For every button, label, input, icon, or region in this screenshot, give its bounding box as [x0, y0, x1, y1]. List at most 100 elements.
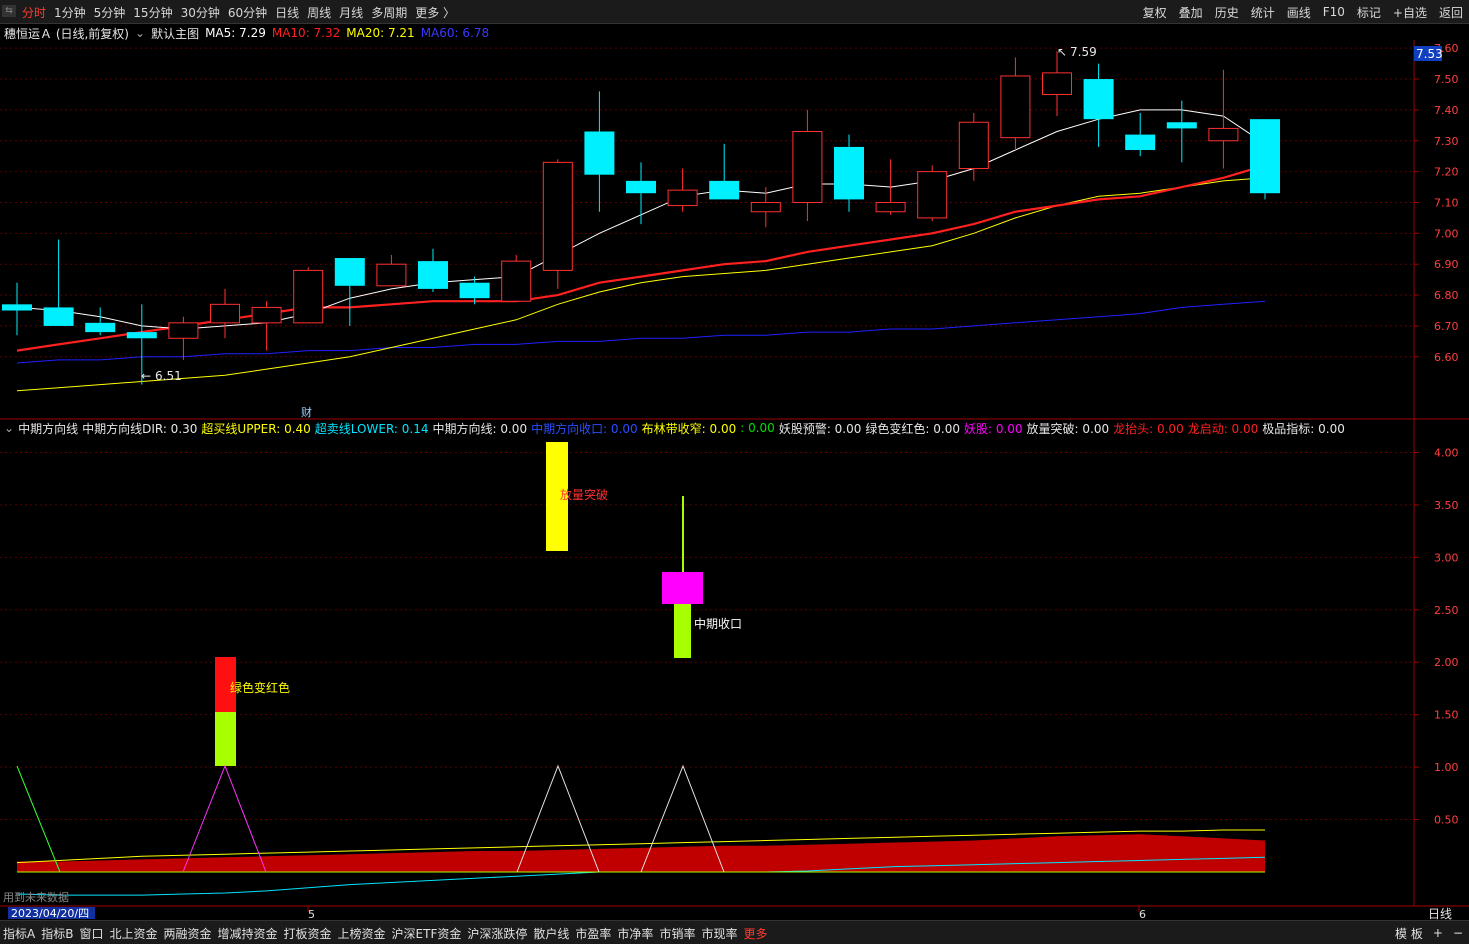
- tab-daily[interactable]: 日线: [275, 4, 299, 21]
- low-price-label: 6.51: [155, 369, 182, 383]
- period-label[interactable]: 日线: [1428, 907, 1452, 920]
- price-tick-label: 7.30: [1434, 135, 1459, 148]
- tab-5min[interactable]: 5分钟: [94, 4, 126, 21]
- high-price-label: 7.59: [1070, 45, 1097, 59]
- triangle-signal-magenta: [182, 764, 267, 873]
- indicator-tick-label: 0.50: [1434, 814, 1459, 827]
- indicator-tick-label: 1.50: [1434, 709, 1459, 722]
- candle-body: [709, 180, 740, 200]
- candle-body: [126, 332, 157, 339]
- add-watchlist-button[interactable]: +自选: [1393, 4, 1427, 21]
- candle-body: [251, 306, 282, 324]
- template-name[interactable]: 默认主图: [151, 25, 199, 42]
- candle-body: [501, 260, 532, 302]
- tab-indicator-a[interactable]: 指标A: [3, 925, 35, 942]
- current-price-text: 7.53: [1416, 47, 1443, 61]
- tab-billboard-funds[interactable]: 上榜资金: [338, 925, 386, 942]
- tab-indicator-b[interactable]: 指标B: [41, 925, 73, 942]
- tab-etf-funds[interactable]: 沪深ETF资金: [392, 925, 462, 942]
- price-tick-label: 6.70: [1434, 320, 1459, 333]
- tab-ps[interactable]: 市销率: [659, 925, 695, 942]
- candle-body: [168, 322, 199, 339]
- tab-margin[interactable]: 两融资金: [163, 925, 211, 942]
- zoom-out-button[interactable]: −: [1453, 926, 1463, 940]
- candle-body: [834, 146, 864, 200]
- stock-name[interactable]: 穗恒运Ａ (日线,前复权): [4, 25, 129, 42]
- zoom-in-button[interactable]: +: [1433, 926, 1443, 940]
- restore-rights-button[interactable]: 复权: [1143, 4, 1167, 21]
- tab-weekly[interactable]: 周线: [307, 4, 331, 21]
- finance-marker[interactable]: 财: [301, 405, 312, 419]
- mark-button[interactable]: 标记: [1357, 4, 1381, 21]
- tab-more[interactable]: 更多 〉: [415, 4, 455, 21]
- triangle-signal-green: [16, 765, 61, 873]
- template-button[interactable]: 模 板: [1395, 925, 1423, 942]
- indicator-tick-label: 3.50: [1434, 499, 1459, 512]
- price-tick-label: 7.50: [1434, 73, 1459, 86]
- tab-pcf[interactable]: 市现率: [701, 925, 737, 942]
- history-button[interactable]: 历史: [1215, 4, 1239, 21]
- tab-holding-change[interactable]: 增减持资金: [218, 925, 278, 942]
- indicator-tick-label: 2.50: [1434, 604, 1459, 617]
- green-red-label: 绿色变红色: [230, 680, 290, 695]
- tab-pe[interactable]: 市盈率: [575, 925, 611, 942]
- tab-15min[interactable]: 15分钟: [133, 4, 172, 21]
- tab-limit-stats[interactable]: 沪深涨跌停: [467, 925, 527, 942]
- tab-more-indicators[interactable]: 更多: [743, 925, 767, 942]
- low-arrow-icon: ←: [141, 369, 151, 383]
- tab-northbound[interactable]: 北上资金: [109, 925, 157, 942]
- candle-body: [542, 161, 573, 271]
- tab-pb[interactable]: 市净率: [617, 925, 653, 942]
- tab-window[interactable]: 窗口: [79, 925, 103, 942]
- tab-monthly[interactable]: 月线: [339, 4, 363, 21]
- candle-body: [1125, 134, 1156, 151]
- candle-body: [459, 282, 490, 299]
- candle-body: [626, 180, 656, 194]
- month-5-label: 5: [308, 908, 315, 920]
- ma5-label: MA5: 7.29: [205, 26, 266, 40]
- volume-break-label: 放量突破: [560, 487, 608, 502]
- tab-30min[interactable]: 30分钟: [181, 4, 220, 21]
- kline-chart[interactable]: 7.607.507.407.307.207.107.006.906.806.70…: [0, 40, 1469, 920]
- main-chart-header: 穗恒运Ａ (日线,前复权) ⌄ 默认主图 MA5: 7.29 MA10: 7.3…: [4, 25, 495, 42]
- candle-body: [1208, 127, 1239, 142]
- candle-body: [293, 269, 324, 324]
- candle-body: [917, 171, 948, 219]
- converge-bar: [674, 604, 691, 658]
- ma60-line: [16, 300, 1266, 364]
- tab-multi-period[interactable]: 多周期: [371, 4, 407, 21]
- candle-body: [2, 304, 32, 311]
- candle-body: [792, 131, 823, 203]
- green-red-green-block: [215, 712, 236, 766]
- price-tick-label: 7.40: [1434, 104, 1459, 117]
- draw-line-button[interactable]: 画线: [1287, 4, 1311, 21]
- tab-60min[interactable]: 60分钟: [228, 4, 267, 21]
- price-tick-label: 6.80: [1434, 289, 1459, 302]
- price-tick-label: 7.10: [1434, 196, 1459, 209]
- chart-tools: 复权 叠加 历史 统计 画线 F10 标记 +自选 返回: [1131, 0, 1463, 24]
- tab-retail-line[interactable]: 散户线: [533, 925, 569, 942]
- ma60-label: MA60: 6.78: [420, 26, 490, 40]
- candle-body: [1042, 72, 1072, 95]
- month-6-label: 6: [1139, 908, 1146, 920]
- template-chevron-icon[interactable]: ⌄: [135, 26, 145, 40]
- candle-body: [584, 131, 615, 175]
- candle-body: [1250, 119, 1280, 194]
- f10-button[interactable]: F10: [1323, 5, 1345, 19]
- back-button[interactable]: 返回: [1439, 4, 1463, 21]
- price-tick-label: 7.20: [1434, 166, 1459, 179]
- window-corner-icon[interactable]: ⇆: [2, 5, 16, 17]
- bottom-right-controls: 模 板 + −: [1385, 921, 1463, 944]
- tab-intraday[interactable]: 分时: [22, 4, 46, 21]
- overlay-button[interactable]: 叠加: [1179, 4, 1203, 21]
- period-tabs: 分时 1分钟 5分钟 15分钟 30分钟 60分钟 日线 周线 月线 多周期 更…: [22, 0, 463, 24]
- tab-1min[interactable]: 1分钟: [54, 4, 86, 21]
- price-tick-label: 6.90: [1434, 258, 1459, 271]
- statistics-button[interactable]: 统计: [1251, 4, 1275, 21]
- candle-body: [85, 322, 116, 333]
- ma20-label: MA20: 7.21: [346, 26, 415, 40]
- candle-body: [750, 201, 781, 213]
- tab-limit-up-funds[interactable]: 打板资金: [284, 925, 332, 942]
- indicator-tick-label: 4.00: [1434, 446, 1459, 459]
- future-data-warning: 用到未来数据: [3, 890, 69, 904]
